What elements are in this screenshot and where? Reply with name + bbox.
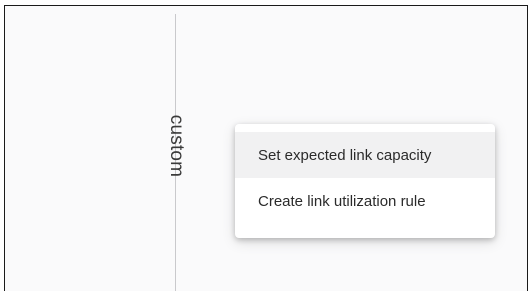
axis-label-text: custom [166,114,188,178]
menu-item-create-link-utilization-rule[interactable]: Create link utilization rule [235,178,495,224]
menu-item-set-expected-link-capacity[interactable]: Set expected link capacity [235,132,495,178]
axis-label: custom [151,106,201,186]
chart-panel: custom Set expected link capacity Create… [4,5,528,291]
context-menu: Set expected link capacity Create link u… [235,124,495,238]
